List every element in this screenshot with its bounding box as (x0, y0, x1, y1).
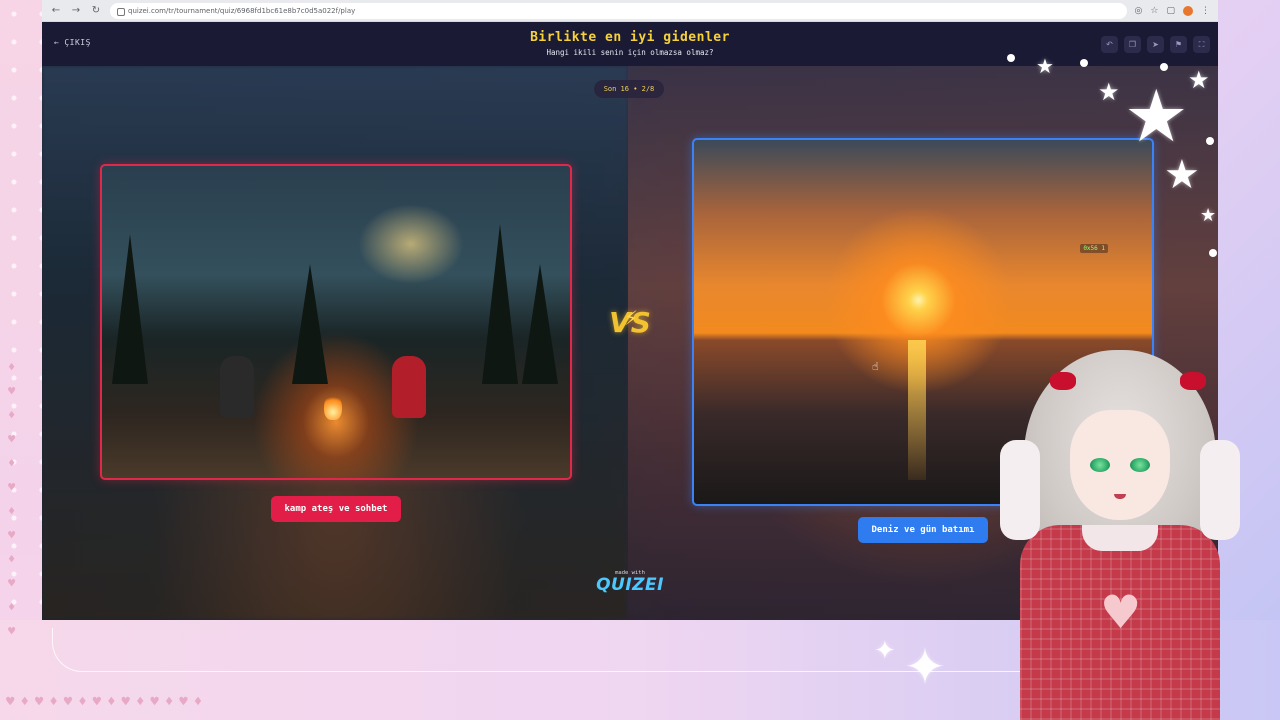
heart-icon: ♥ (1100, 585, 1142, 639)
heart-icon: ♦ (20, 694, 29, 710)
avatar-collar (1082, 525, 1158, 551)
hand-cursor-icon: ☝ (872, 360, 879, 373)
heart-icon: ♦ (8, 504, 16, 518)
overlay-heart-column: ♦ ♥ ♦ ♥ ♦ ♥ ♦ ♥ ♦ ♥ ♦ ♥ (8, 360, 26, 680)
sparkle-dot (1007, 54, 1015, 62)
heart-icon: ♥ (8, 624, 16, 638)
heart-icon: ♥ (150, 694, 159, 710)
sparkle-dot (1209, 249, 1217, 257)
tree-shape (522, 264, 558, 385)
arrow-left-icon[interactable]: ← (50, 5, 62, 16)
sparkle-dot (1206, 137, 1214, 145)
heart-icon: ♥ (8, 528, 16, 542)
star-icon: ★ (1098, 78, 1120, 106)
star-icon: ★ (1188, 66, 1210, 94)
flag-icon[interactable]: ⚑ (1170, 36, 1187, 53)
overlay-heart-row: ♥ ♦ ♥ ♦ ♥ ♦ ♥ ♦ ♥ ♦ ♥ ♦ ♥ ♦ (0, 694, 320, 712)
heart-icon: ♥ (121, 694, 130, 710)
heart-icon: ♦ (49, 694, 58, 710)
avatar-sleeve (1200, 440, 1240, 540)
overlay-badge: 0x56 1 (1080, 244, 1108, 253)
tree-shape (482, 224, 518, 385)
eye-off-icon[interactable]: ◎ (1135, 6, 1143, 16)
fullscreen-icon[interactable]: ⛶ (1193, 36, 1210, 53)
reload-icon[interactable]: ↻ (90, 5, 102, 16)
sparkle-icon: ✦ (904, 638, 946, 696)
avatar-mouth (1114, 494, 1126, 499)
menu-icon[interactable]: ⋮ (1201, 6, 1210, 16)
header-toolbar: ↶ ❐ ➤ ⚑ ⛶ (1101, 36, 1210, 53)
star-icon: ★ (1200, 205, 1217, 226)
person-figure (392, 356, 426, 418)
made-with-badge[interactable]: made with QUIZEI (590, 570, 670, 594)
browser-toolbar: ← → ↻ quizei.com/tr/tournament/quiz/6968… (42, 0, 1218, 22)
heart-icon: ♦ (8, 408, 16, 422)
star-icon: ★ (1164, 152, 1200, 198)
page-title: Birlikte en iyi gidenler (530, 30, 730, 45)
hair-bow (1050, 372, 1076, 390)
heart-icon: ♥ (92, 694, 102, 710)
heart-icon: ♥ (34, 694, 44, 710)
heart-icon: ♦ (78, 694, 87, 710)
heart-icon: ♥ (6, 694, 15, 710)
extensions-icon[interactable]: ▢ (1166, 6, 1175, 16)
star-icon: ★ (1036, 54, 1054, 78)
heart-icon: ♦ (8, 456, 16, 470)
undo-icon[interactable]: ↶ (1101, 36, 1118, 53)
heart-icon: ♦ (193, 694, 203, 710)
star-icon[interactable]: ☆ (1150, 6, 1158, 16)
heart-icon: ♥ (8, 384, 16, 398)
heart-icon: ♦ (8, 600, 16, 614)
heart-icon: ♥ (8, 576, 16, 590)
sun-reflection (908, 340, 926, 480)
vs-badge: VS ⚡ (608, 302, 652, 342)
choice-label-left[interactable]: kamp ateş ve sohbet (271, 496, 401, 522)
heart-icon: ♥ (8, 480, 16, 494)
heart-icon: ♦ (8, 360, 16, 374)
heart-icon: ♦ (107, 694, 116, 710)
arrow-right-icon[interactable]: → (70, 5, 82, 16)
avatar-eye (1090, 458, 1110, 472)
heart-icon: ♥ (179, 694, 188, 710)
person-figure (220, 356, 254, 418)
copy-icon[interactable]: ❐ (1124, 36, 1141, 53)
heart-icon: ♦ (8, 552, 16, 566)
lightning-icon: ⚡ (624, 306, 639, 330)
choice-label-right[interactable]: Deniz ve gün batımı (858, 517, 988, 543)
sparkle-dot (1160, 63, 1168, 71)
share-icon[interactable]: ➤ (1147, 36, 1164, 53)
quizei-logo: QUIZEI (596, 575, 664, 595)
profile-avatar[interactable] (1183, 5, 1193, 16)
hair-bow (1180, 372, 1206, 390)
avatar-eye (1130, 458, 1150, 472)
address-bar[interactable]: quizei.com/tr/tournament/quiz/6968fd1bc6… (110, 2, 1127, 19)
star-icon: ★ (1124, 74, 1189, 158)
avatar-sleeve (1000, 440, 1040, 540)
tree-shape (112, 234, 148, 385)
sparkle-dot (1080, 59, 1088, 67)
heart-icon: ♦ (164, 694, 174, 710)
browser-actions: ◎ ☆ ▢ ⋮ (1135, 5, 1210, 16)
heart-icon: ♥ (63, 694, 73, 710)
vtuber-avatar: ♥ (1000, 350, 1240, 720)
campfire-shape (324, 394, 342, 420)
round-indicator: Son 16 • 2/8 (594, 80, 664, 98)
heart-icon: ♦ (135, 694, 145, 710)
tree-shape (292, 264, 328, 385)
avatar-face (1070, 410, 1170, 520)
avatar-body: ♥ (1020, 525, 1220, 720)
choice-card-left[interactable] (100, 164, 572, 480)
sparkle-icon: ✦ (874, 636, 896, 666)
heart-icon: ♥ (8, 432, 16, 446)
